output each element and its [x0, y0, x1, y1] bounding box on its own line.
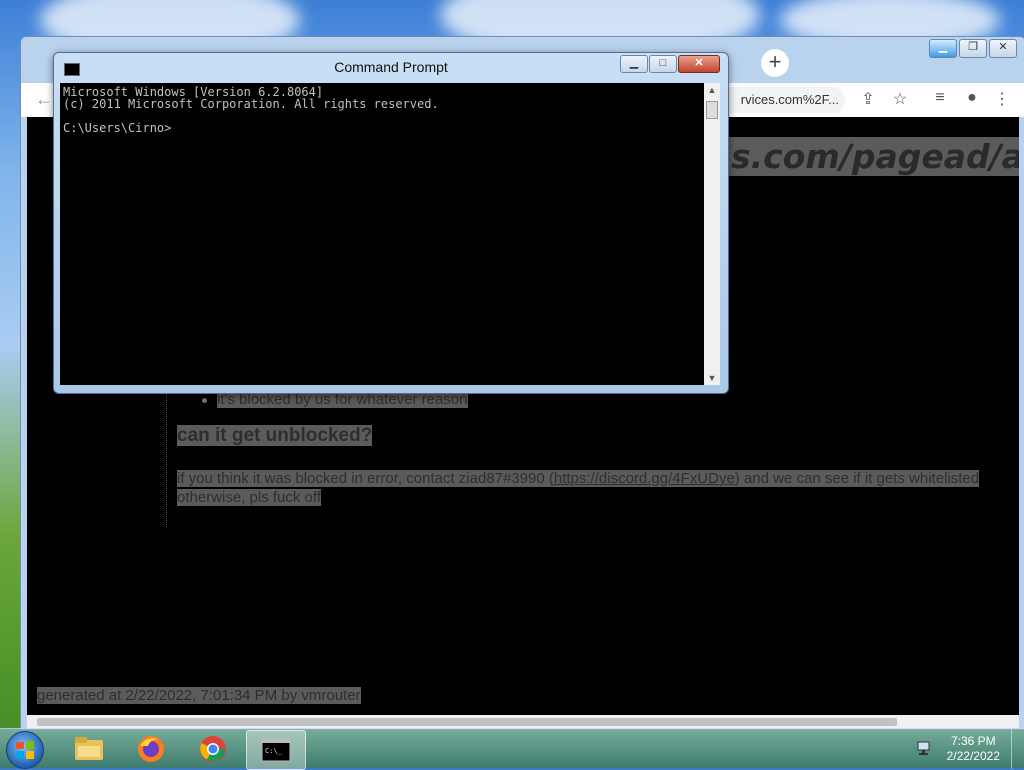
- taskbar-firefox[interactable]: [122, 730, 180, 768]
- restore-button[interactable]: ❐: [959, 39, 987, 58]
- media-control-icon[interactable]: ≡: [929, 89, 951, 107]
- horizontal-scrollbar[interactable]: [27, 715, 1019, 729]
- close-button[interactable]: ✕: [989, 39, 1017, 58]
- svg-text:C:\_: C:\_: [265, 747, 283, 755]
- scroll-up-icon[interactable]: ▲: [704, 85, 720, 95]
- minimize-button[interactable]: ▁: [929, 39, 957, 58]
- share-icon[interactable]: ⇪: [857, 89, 879, 109]
- bookmark-star-icon[interactable]: ☆: [889, 89, 911, 109]
- content-border: [166, 387, 167, 527]
- close-button[interactable]: ✕: [678, 55, 720, 73]
- maximize-button[interactable]: □: [649, 55, 677, 73]
- new-tab-button[interactable]: +: [761, 49, 789, 77]
- show-desktop-button[interactable]: [1011, 729, 1024, 769]
- chrome-icon: [200, 736, 226, 762]
- system-tray: 7:36 PM 2/22/2022: [914, 729, 1024, 769]
- command-prompt-icon: C:\_: [261, 738, 291, 762]
- start-button[interactable]: [6, 731, 44, 769]
- address-bar-text: rvices.com%2F...: [740, 92, 839, 107]
- clock-time: 7:36 PM: [950, 734, 996, 748]
- console-prompt: C:\Users\Cirno>: [63, 121, 172, 135]
- file-explorer-icon: [75, 737, 103, 760]
- profile-icon[interactable]: ●: [961, 89, 983, 107]
- scroll-down-icon[interactable]: ▼: [704, 373, 720, 383]
- back-icon[interactable]: ←: [35, 89, 53, 110]
- chrome-caption-buttons: ▁ ❐ ✕: [929, 39, 1017, 58]
- console-line: (c) 2011 Microsoft Corporation. All righ…: [63, 97, 439, 111]
- taskbar-chrome[interactable]: [184, 730, 242, 768]
- network-icon[interactable]: [916, 739, 934, 757]
- taskbar: C:\_ 7:36 PM 2/22/2022: [0, 728, 1024, 770]
- discord-link[interactable]: https://discord.gg/4FxUDye: [553, 470, 735, 487]
- clock-date: 2/22/2022: [946, 749, 1000, 763]
- system-clock[interactable]: 7:36 PM 2/22/2022: [947, 734, 1000, 764]
- firefox-icon: [138, 736, 164, 762]
- scrollbar-thumb[interactable]: [37, 718, 897, 726]
- console-output[interactable]: Microsoft Windows [Version 6.2.8064] (c) …: [60, 83, 704, 385]
- scrollbar-thumb[interactable]: [706, 101, 718, 119]
- cmd-caption-buttons: ▁ □ ✕: [620, 55, 720, 73]
- bullet-dot: [202, 397, 207, 403]
- windows-logo-icon: [16, 741, 34, 759]
- console-scrollbar[interactable]: ▲ ▼: [704, 83, 720, 385]
- minimize-button[interactable]: ▁: [620, 55, 648, 73]
- unblock-paragraph: if you think it was blocked in error, co…: [177, 470, 980, 506]
- menu-icon[interactable]: ⋮: [991, 89, 1013, 109]
- taskbar-file-explorer[interactable]: [60, 730, 118, 768]
- command-prompt-window: Command Prompt ▁ □ ✕ Microsoft Windows […: [53, 52, 729, 394]
- taskbar-command-prompt[interactable]: C:\_: [246, 730, 306, 770]
- section-heading: can it get unblocked?: [177, 425, 373, 446]
- page-footer: generated at 2/22/2022, 7:01:34 PM by vm…: [37, 687, 361, 704]
